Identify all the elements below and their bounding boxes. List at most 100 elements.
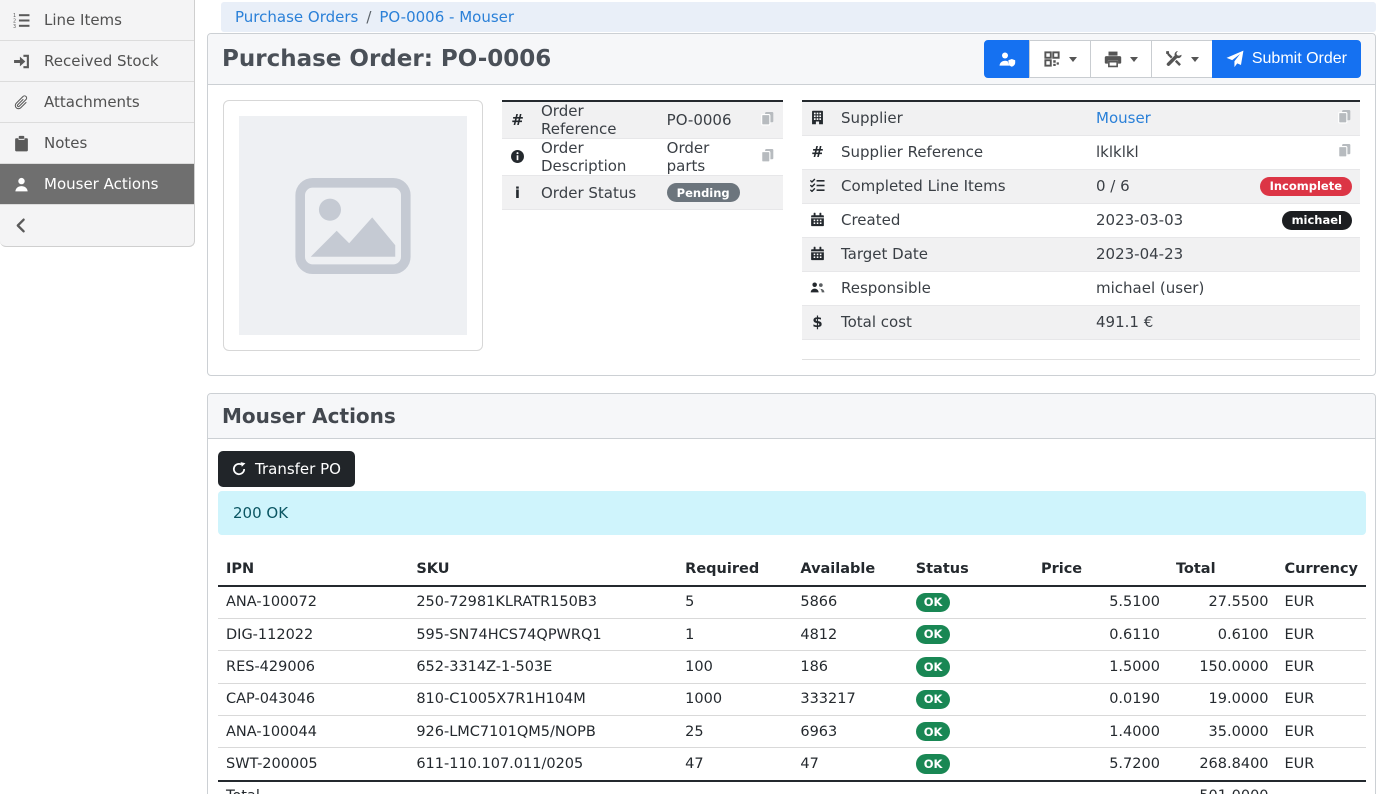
cell-available: 6963 [792,716,907,748]
detail-row-supplier: Supplier Mouser [802,101,1360,135]
part-image-card[interactable] [223,100,483,351]
table-row: DIG-112022 595-SN74HCS74QPWRQ1 1 4812 OK… [218,618,1366,650]
detail-value: 2023-04-23 [1088,237,1252,271]
col-header-ipn: IPN [218,553,408,586]
sidebar-item-attachments[interactable]: Attachments [0,82,194,123]
cell-price: 1.5000 [1033,651,1168,683]
sidebar-item-received-stock[interactable]: Received Stock [0,41,194,82]
detail-row-order-description: Order Description Order parts [502,139,783,176]
page-title: Purchase Order: PO-0006 [222,46,551,72]
sidebar-item-label: Mouser Actions [44,175,158,193]
detail-value: lklklkl [1088,135,1252,169]
admin-button[interactable] [984,40,1030,78]
options-button[interactable] [1151,40,1213,78]
cell-total: 27.5500 [1168,586,1277,619]
cell-sku: 611-110.107.011/0205 [408,748,677,781]
detail-row-total-cost: $ Total cost 491.1 € [802,305,1360,339]
cell-total: 19.0000 [1168,683,1277,715]
copy-icon[interactable] [1337,143,1352,162]
cell-total: 150.0000 [1168,651,1277,683]
table-row: SWT-200005 611-110.107.011/0205 47 47 OK… [218,748,1366,781]
col-header-status: Status [908,553,1033,586]
sidebar: 123 Line Items Received Stock Attachment… [0,0,195,247]
breadcrumb-link-current[interactable]: PO-0006 - Mouser [379,8,514,26]
cell-required: 100 [677,651,792,683]
cell-ipn: DIG-112022 [218,618,408,650]
cell-sku: 652-3314Z-1-503E [408,651,677,683]
detail-value: 2023-03-03 [1088,203,1252,237]
table-row: CAP-043046 810-C1005X7R1H104M 1000 33321… [218,683,1366,715]
detail-row-order-status: i Order Status Pending [502,176,783,210]
caret-down-icon [1069,57,1077,62]
cell-available: 47 [792,748,907,781]
cell-total: 0.6100 [1168,618,1277,650]
cell-price: 0.0190 [1033,683,1168,715]
ok-badge: OK [916,722,951,741]
user-shield-icon [998,50,1016,68]
barcode-button[interactable] [1029,40,1091,78]
sidebar-item-mouser-actions[interactable]: Mouser Actions [0,164,194,205]
cell-ipn: RES-429006 [218,651,408,683]
copy-icon[interactable] [760,148,775,167]
copy-icon[interactable] [760,111,775,130]
user-icon [13,176,30,193]
col-header-available: Available [792,553,907,586]
detail-row-supplier-reference: # Supplier Reference lklklkl [802,135,1360,169]
total-value: 501.0000 [1168,781,1277,794]
table-header-row: IPN SKU Required Available Status Price … [218,553,1366,586]
calendar-icon [810,246,825,261]
breadcrumb-link-purchase-orders[interactable]: Purchase Orders [235,8,358,26]
detail-label: Order Description [533,139,659,176]
cell-sku: 250-72981KLRATR150B3 [408,586,677,619]
cell-required: 1 [677,618,792,650]
paperclip-icon [13,94,30,111]
table-row: RES-429006 652-3314Z-1-503E 100 186 OK 1… [218,651,1366,683]
sidebar-item-label: Notes [44,134,87,152]
tools-icon [1165,50,1183,68]
line-items-table: IPN SKU Required Available Status Price … [218,553,1366,794]
print-button[interactable] [1090,40,1152,78]
detail-label: Order Status [533,176,659,210]
image-placeholder [239,116,467,335]
mouser-actions-panel-header: Mouser Actions [208,394,1375,439]
info-icon: i [515,184,520,202]
cell-available: 4812 [792,618,907,650]
printer-icon [1104,50,1122,68]
order-details-table: # Order Reference PO-0006 Order Descript… [502,100,783,210]
chevron-left-icon [13,217,30,234]
building-icon [810,110,825,125]
ok-badge: OK [916,690,951,709]
detail-value: michael (user) [1088,271,1252,305]
clipboard-icon [13,135,30,152]
users-icon [810,280,825,295]
cell-price: 0.6110 [1033,618,1168,650]
hashtag-icon: # [811,143,824,161]
paper-plane-icon [1226,50,1244,68]
sidebar-item-notes[interactable]: Notes [0,123,194,164]
ok-badge: OK [916,754,951,773]
hashtag-icon: # [511,111,524,129]
submit-order-button[interactable]: Submit Order [1212,40,1361,78]
incomplete-badge: Incomplete [1260,177,1352,196]
transfer-po-label: Transfer PO [255,460,341,478]
detail-row-created: Created 2023-03-03 michael [802,203,1360,237]
cell-required: 25 [677,716,792,748]
cell-available: 5866 [792,586,907,619]
supplier-link[interactable]: Mouser [1096,109,1151,127]
rotate-icon [232,462,246,476]
list-check-icon [810,178,825,193]
col-header-currency: Currency [1277,553,1366,586]
transfer-po-button[interactable]: Transfer PO [218,451,355,487]
detail-row-target-date: Target Date 2023-04-23 [802,237,1360,271]
detail-value: PO-0006 [659,101,748,139]
cell-currency: EUR [1277,748,1366,781]
sidebar-item-line-items[interactable]: 123 Line Items [0,0,194,41]
detail-label: Completed Line Items [833,169,1088,203]
cell-total: 35.0000 [1168,716,1277,748]
ok-badge: OK [916,625,951,644]
copy-icon[interactable] [1337,109,1352,128]
cell-sku: 926-LMC7101QM5/NOPB [408,716,677,748]
ok-badge: OK [916,593,951,612]
sidebar-collapse[interactable] [0,205,194,246]
cell-currency: EUR [1277,716,1366,748]
